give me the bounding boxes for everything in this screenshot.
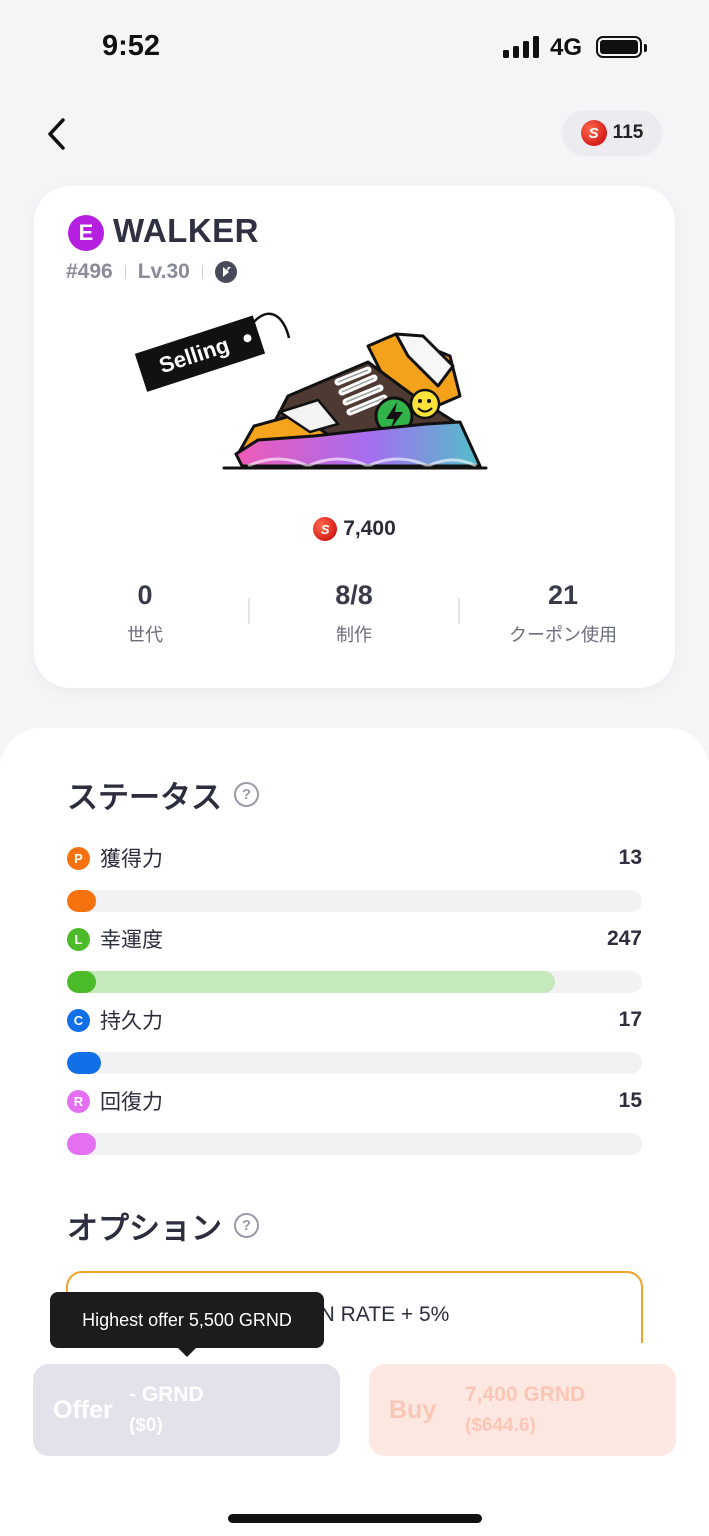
options-section-title: オプション ? xyxy=(67,1203,259,1248)
attribute-bar-knob xyxy=(67,971,96,993)
attribute-value: 247 xyxy=(606,927,642,950)
battery-icon xyxy=(596,36,647,58)
buy-button[interactable]: Buy 7,400 GRND ($644.6) xyxy=(369,1364,676,1456)
attribute-resilience: R 回復力 15 xyxy=(67,1087,642,1157)
price-value: 7,400 xyxy=(343,517,396,540)
chain-icon xyxy=(214,261,237,283)
attribute-badge: R xyxy=(67,1089,90,1113)
attribute-name: 回復力 xyxy=(100,1091,163,1114)
attribute-bar-fill xyxy=(67,971,555,993)
stat-value: 21 xyxy=(547,580,579,610)
coin-icon: S xyxy=(313,517,338,541)
token-id: #496 xyxy=(66,260,113,283)
sneaker-image xyxy=(218,326,490,491)
attribute-bar-track xyxy=(67,971,642,993)
home-indicator[interactable] xyxy=(228,1514,482,1523)
attribute-bar-fill xyxy=(67,1052,101,1074)
attribute-value: 15 xyxy=(618,1089,642,1112)
status-bar: 9:52 4G xyxy=(0,0,709,96)
stat-value: 8/8 xyxy=(335,580,373,610)
clock: 9:52 xyxy=(102,30,161,62)
attribute-bar-fill xyxy=(67,1133,96,1155)
network-type: 4G xyxy=(550,34,583,61)
offer-label: Offer xyxy=(53,1395,113,1424)
sneaker-level: Lv.30 xyxy=(137,260,190,283)
attribute-name: 幸運度 xyxy=(100,929,163,952)
stat-label: 世代 xyxy=(127,625,163,645)
attribute-bar-track xyxy=(67,1133,642,1155)
divider xyxy=(124,265,126,279)
signal-icon xyxy=(503,36,539,58)
buy-amount: 7,400 GRND xyxy=(465,1383,586,1406)
sneaker-stats: 0 世代 8/8 制作 21 クーポン使用 xyxy=(34,580,675,650)
offer-button[interactable]: Offer - GRND ($0) xyxy=(33,1364,340,1456)
attribute-value: 17 xyxy=(618,1008,642,1031)
status-section-title: ステータス ? xyxy=(67,772,259,817)
attribute-name: 獲得力 xyxy=(100,848,163,871)
highest-offer-tooltip: Highest offer 5,500 GRND xyxy=(50,1292,324,1357)
rarity-badge: E xyxy=(68,215,104,251)
sneaker-type: WALKER xyxy=(113,212,259,249)
stat-mint: 8/8 制作 xyxy=(254,580,454,647)
sneaker-meta: #496 Lv.30 xyxy=(66,260,237,284)
attribute-badge: L xyxy=(67,927,90,951)
attribute-luck: L 幸運度 247 xyxy=(67,925,642,995)
stat-value: 0 xyxy=(137,580,153,610)
attribute-bar-fill xyxy=(67,890,96,912)
stat-label: クーポン使用 xyxy=(509,625,617,645)
stat-generation: 0 世代 xyxy=(45,580,245,647)
divider xyxy=(248,598,250,624)
stat-label: 制作 xyxy=(336,625,372,645)
token-balance[interactable]: S 115 xyxy=(562,110,662,156)
help-icon[interactable]: ? xyxy=(234,1213,259,1238)
offer-usd: ($0) xyxy=(129,1415,163,1436)
buy-usd: ($644.6) xyxy=(465,1415,536,1436)
attribute-badge: P xyxy=(67,846,90,870)
attribute-name: 持久力 xyxy=(100,1010,163,1033)
back-button[interactable] xyxy=(36,112,76,156)
coin-icon: S xyxy=(580,120,607,146)
divider xyxy=(458,598,460,624)
attribute-bar-track xyxy=(67,890,642,912)
attribute-efficiency: P 獲得力 13 xyxy=(67,844,642,914)
chevron-left-icon xyxy=(48,118,65,150)
section-title-text: ステータス xyxy=(67,780,222,815)
balance-value: 115 xyxy=(612,122,644,143)
offer-amount: - GRND xyxy=(129,1383,204,1406)
stat-coupon: 21 クーポン使用 xyxy=(463,580,663,647)
divider xyxy=(201,265,203,279)
attribute-bar-track xyxy=(67,1052,642,1074)
section-title-text: オプション xyxy=(67,1211,222,1246)
sneaker-card: E WALKER #496 Lv.30 Selling S 7,400 0 世代… xyxy=(34,186,675,688)
buy-label: Buy xyxy=(389,1395,437,1424)
attribute-badge: C xyxy=(67,1008,90,1032)
help-icon[interactable]: ? xyxy=(234,782,259,807)
attribute-comfort: C 持久力 17 xyxy=(67,1006,642,1076)
listing-price: S 7,400 xyxy=(34,517,675,541)
attribute-value: 13 xyxy=(618,846,642,869)
